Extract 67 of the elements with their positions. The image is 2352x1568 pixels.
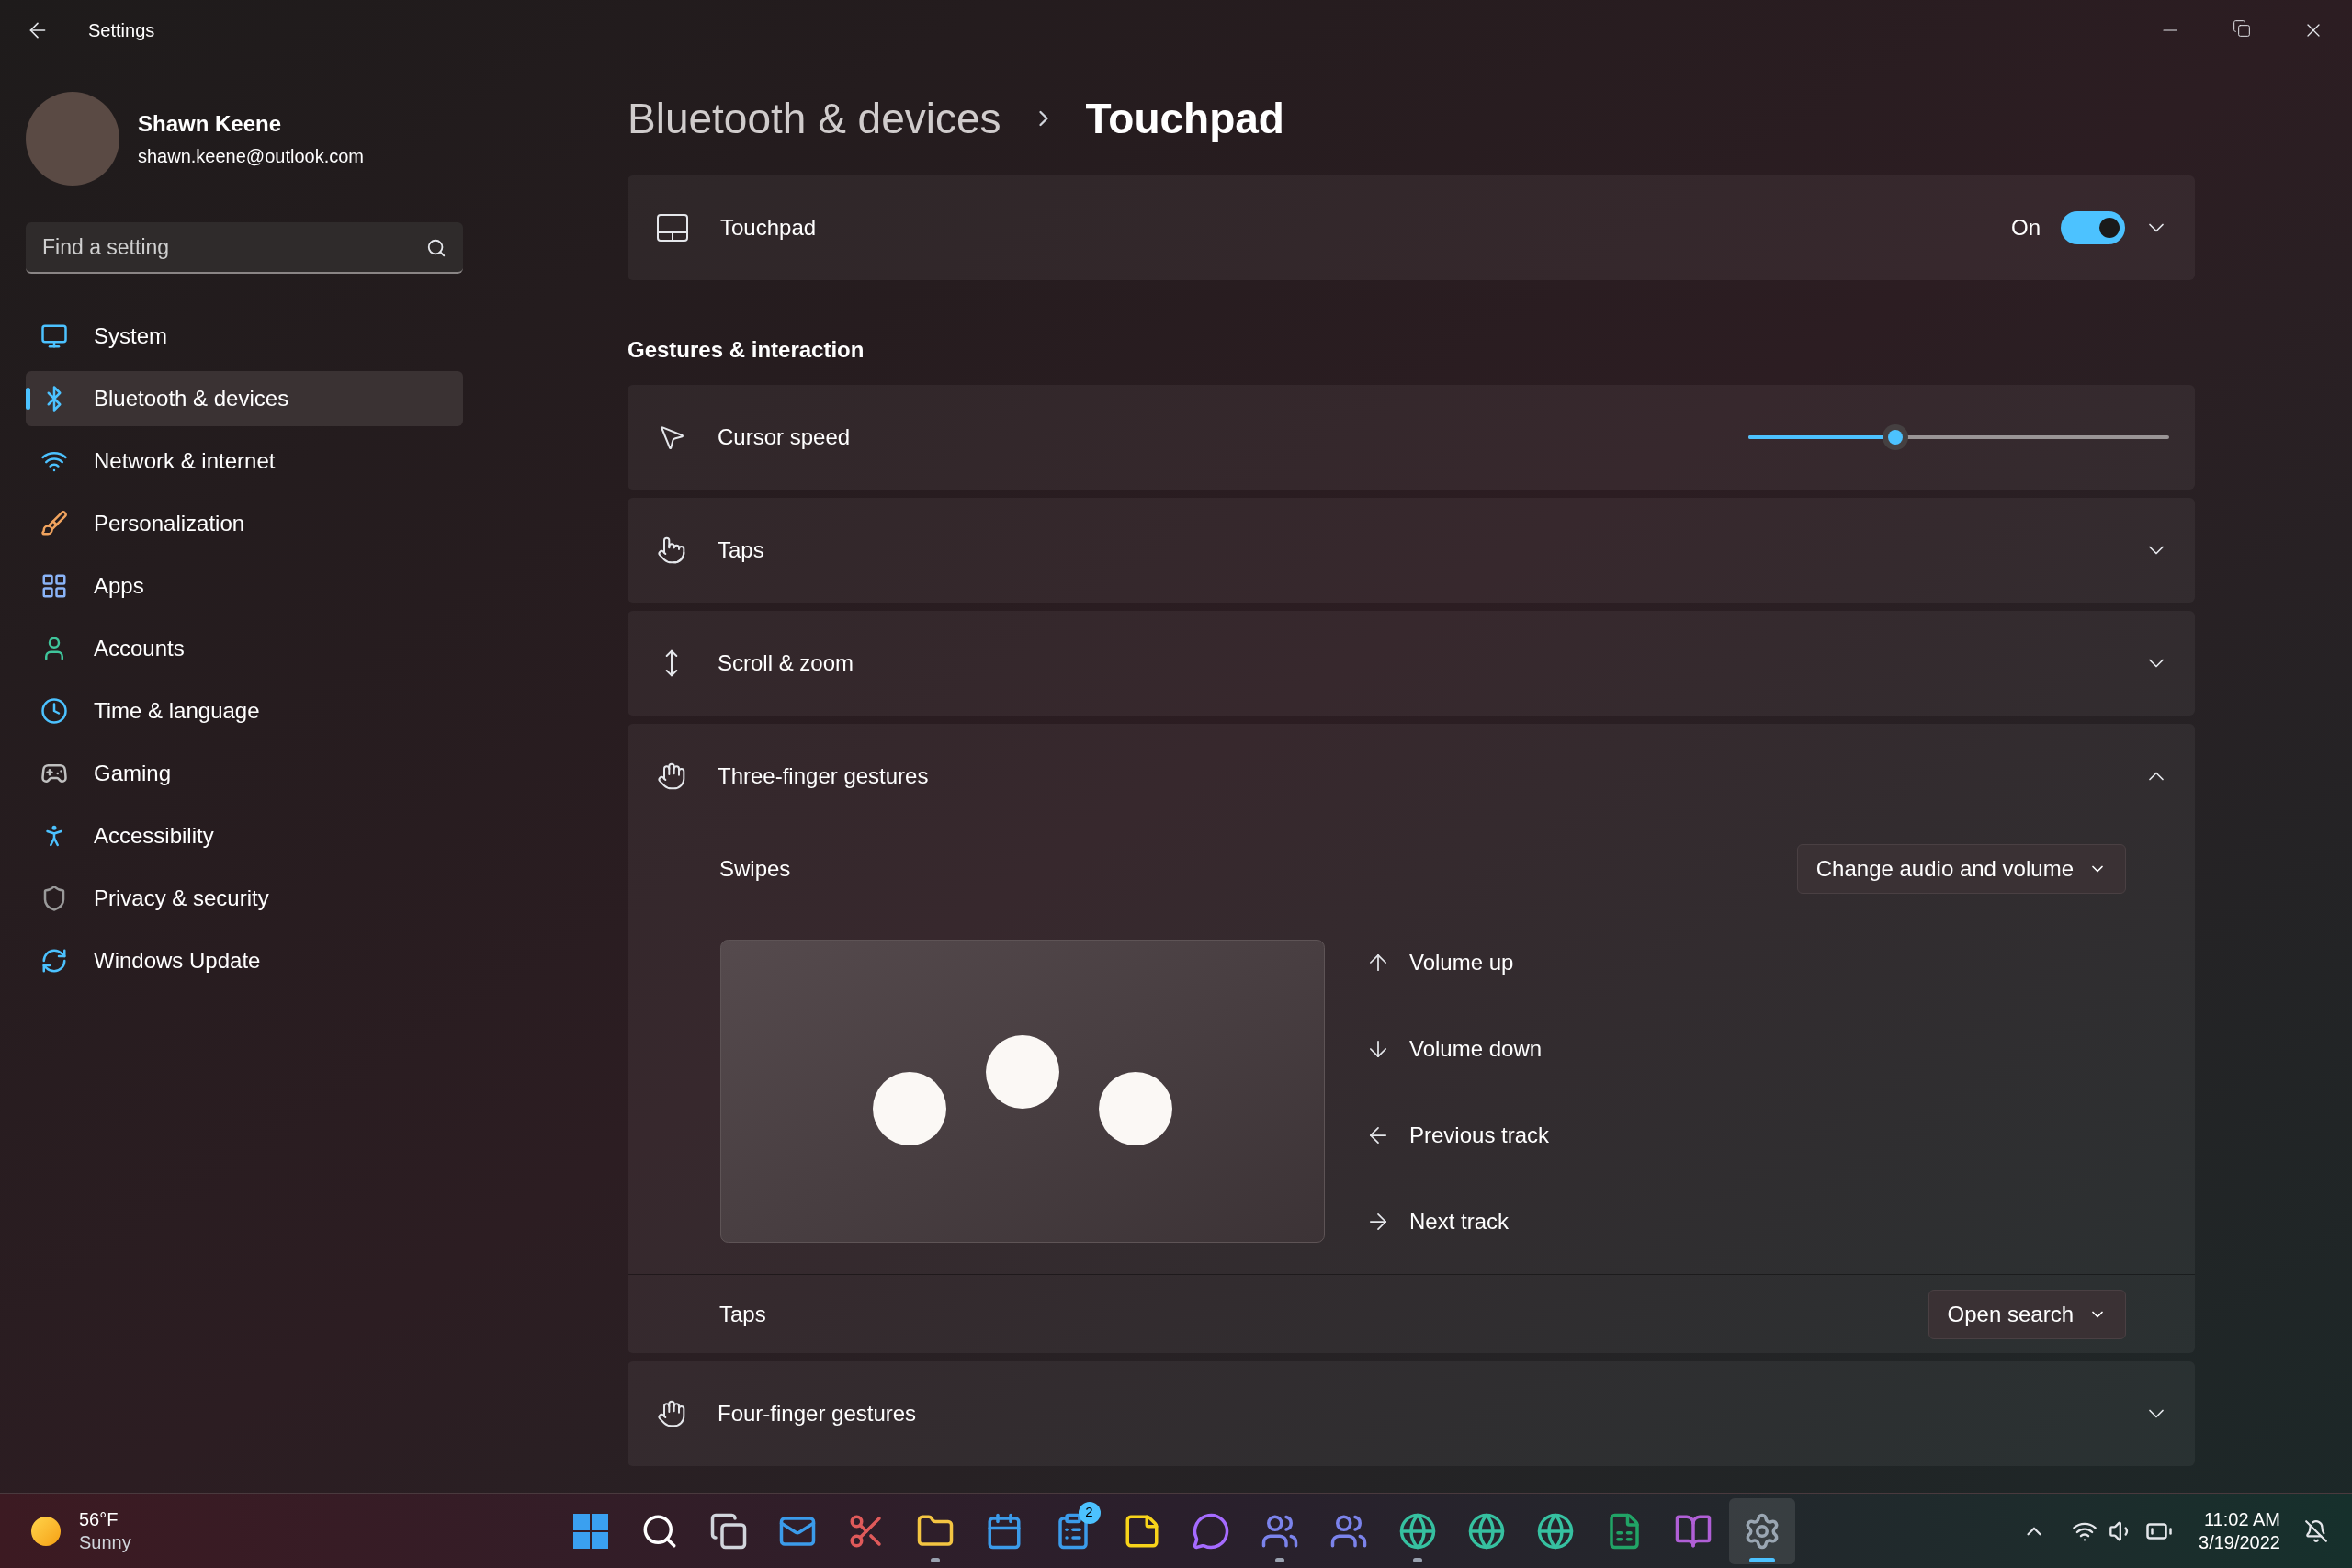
touchpad-icon xyxy=(657,214,688,242)
setting-label: Four-finger gestures xyxy=(718,1400,917,1427)
taskbar-app[interactable] xyxy=(1728,1497,1795,1564)
setting-label: Taps xyxy=(718,536,764,564)
hand-icon xyxy=(657,1399,686,1428)
slider-thumb[interactable] xyxy=(1883,424,1909,450)
monitor-icon xyxy=(40,322,68,350)
setting-label: Swipes xyxy=(719,855,791,883)
globe-icon xyxy=(1535,1511,1575,1551)
setting-label: Touchpad xyxy=(720,214,817,242)
sidebar-item[interactable]: Privacy & security xyxy=(26,871,463,926)
search-field[interactable]: Find a setting xyxy=(26,222,463,274)
weather-temperature[interactable]: 56°F xyxy=(79,1507,131,1531)
dropdown[interactable]: Open search xyxy=(1928,1289,2126,1339)
running-indicator xyxy=(1274,1557,1284,1562)
gesture-action: Volume up xyxy=(1409,949,1514,976)
brush-icon xyxy=(40,510,68,537)
running-indicator xyxy=(1748,1557,1775,1562)
clock-date[interactable]: 3/19/2022 xyxy=(2199,1530,2280,1554)
search-icon xyxy=(426,238,447,258)
sidebar-item[interactable]: System xyxy=(26,309,463,364)
setting-label: Three-finger gestures xyxy=(718,762,929,790)
sidebar-item[interactable]: Gaming xyxy=(26,746,463,801)
restore-icon[interactable] xyxy=(2233,19,2251,38)
sidebar-item[interactable]: Windows Update xyxy=(26,933,463,988)
notification-badge: 2 xyxy=(1078,1501,1101,1524)
window-title: Settings xyxy=(88,19,155,42)
apps-grid-icon xyxy=(40,572,68,600)
toggle-state-text: On xyxy=(2011,214,2041,242)
setting-label: Scroll & zoom xyxy=(718,649,854,677)
page-title: Touchpad xyxy=(1085,93,1284,144)
sidebar-item[interactable]: Bluetooth & devices xyxy=(26,371,463,426)
user-name: Shawn Keene xyxy=(138,110,283,138)
bell-icon[interactable] xyxy=(2304,1518,2328,1543)
section-heading: Gestures & interaction xyxy=(628,336,865,364)
sidebar-item[interactable]: Accessibility xyxy=(26,808,463,863)
clock-time[interactable]: 11:02 AM xyxy=(2203,1507,2280,1531)
sun-icon xyxy=(31,1516,61,1546)
hand-icon xyxy=(657,761,686,791)
sidebar-item[interactable]: Apps xyxy=(26,558,463,614)
gesture-action: Previous track xyxy=(1409,1122,1550,1149)
breadcrumb-parent[interactable]: Bluetooth & devices xyxy=(628,86,1001,151)
sidebar-item[interactable]: Accounts xyxy=(26,621,463,676)
taskbar-app[interactable]: 2 xyxy=(1039,1497,1106,1564)
tap-icon xyxy=(657,536,686,565)
sidebar-item[interactable]: Personalization xyxy=(26,496,463,551)
running-indicator xyxy=(1412,1557,1422,1562)
start-icon xyxy=(571,1512,609,1550)
chat-bubble-icon xyxy=(1191,1511,1230,1551)
dropdown[interactable]: Change audio and volume xyxy=(1796,844,2126,894)
selection-indicator xyxy=(26,388,30,410)
user-email: shawn.keene@outlook.com xyxy=(138,145,364,168)
globe-icon xyxy=(1466,1511,1506,1551)
update-icon xyxy=(40,947,68,975)
gesture-action: Volume down xyxy=(1409,1035,1543,1063)
task-view-icon xyxy=(708,1511,748,1551)
sidebar-item[interactable]: Time & language xyxy=(26,683,463,739)
toggle-switch[interactable] xyxy=(2061,211,2125,244)
gesture-action: Next track xyxy=(1409,1208,1510,1235)
setting-label: Cursor speed xyxy=(718,423,851,451)
clock-icon xyxy=(40,697,68,725)
sidebar-item[interactable]: Network & internet xyxy=(26,434,463,489)
running-indicator xyxy=(930,1557,940,1562)
weather-condition[interactable]: Sunny xyxy=(79,1530,131,1554)
slider[interactable] xyxy=(1748,424,2169,450)
globe-icon xyxy=(1397,1511,1437,1551)
setting-label: Taps xyxy=(719,1300,766,1328)
